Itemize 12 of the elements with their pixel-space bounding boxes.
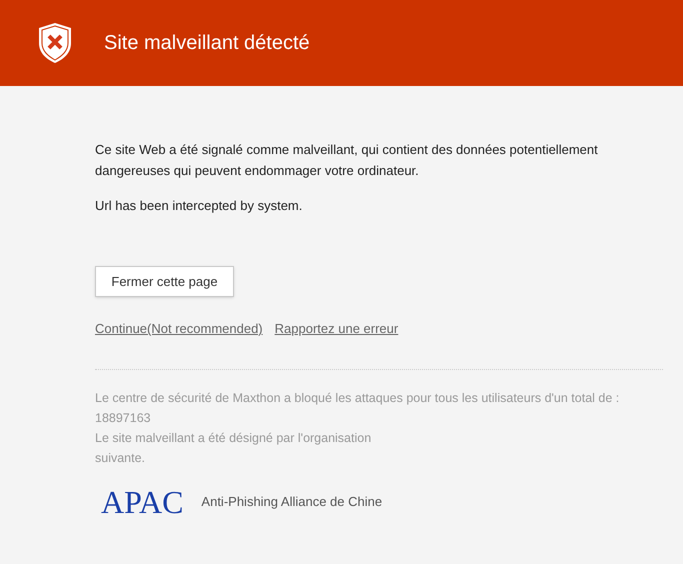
organization-logo: APAC — [101, 486, 184, 518]
close-page-button[interactable]: Fermer cette page — [95, 266, 234, 297]
text-link[interactable]: Continue(Not recommended) — [95, 319, 263, 338]
warning-text: Ce site Web a été signalé comme malveillant, qui contient des données potentiellement dangereuses qui peuvent endommager votre ordinateur. — [95, 141, 599, 180]
page-title: Site malveillant détecté — [104, 31, 310, 56]
text-link[interactable]: Rapportez une erreur — [274, 319, 398, 338]
stats-text: Le centre de sécurité de Maxthon a bloqué les attaques pour tous les utilisateurs d'un total de : — [95, 390, 620, 407]
warning-text: Url has been intercepted by system. — [95, 197, 304, 215]
attack-count: 18897163 — [95, 410, 152, 426]
organization-name: Anti-Phishing Alliance de Chine — [201, 492, 382, 511]
designation-text: Le site malveillant a été désigné par l'organisation suivante. — [95, 430, 372, 466]
shield-error-icon — [36, 21, 74, 65]
